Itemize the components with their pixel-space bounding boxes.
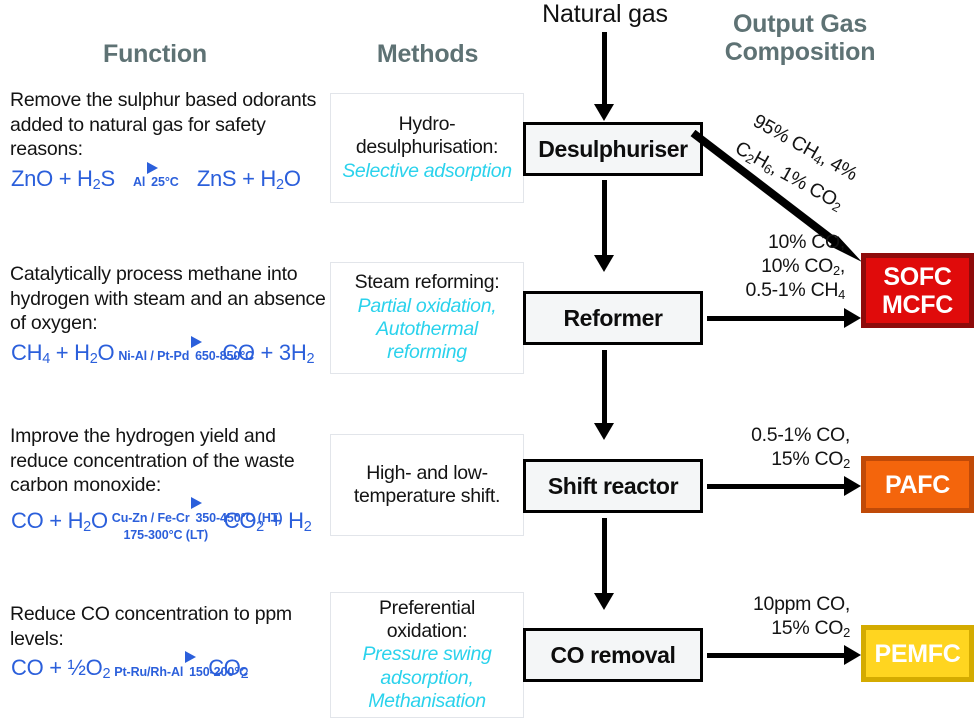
reaction-equation-4: CO + ½O2 Pt-Ru/Rh-Al 150-200°C CO2: [10, 655, 330, 682]
right-arrow-icon-reformer: [707, 308, 861, 328]
fuel-cell-box-pafc[interactable]: PAFC: [861, 456, 974, 513]
reaction-1-temperature: 25°C: [151, 175, 179, 190]
output-label-reformer-line2: 10% CO2,: [761, 254, 845, 278]
down-arrow-icon-1: [594, 180, 614, 272]
methods-box-3[interactable]: High- and low-temperature shift.: [330, 434, 524, 536]
output-label-shift-line1: 0.5-1% CO,: [751, 424, 850, 446]
reaction-1-reactants: ZnO + H2S: [11, 165, 115, 193]
methods-box-1[interactable]: Hydro-desulphurisation: Selective adsorp…: [330, 93, 524, 203]
function-block-4: Reduce CO concentration to ppm levels: C…: [10, 602, 330, 682]
methods-box-3-main: High- and low-temperature shift.: [353, 461, 501, 507]
function-block-2: Catalytically process methane into hydro…: [10, 262, 330, 367]
fuel-cell-sofc-label: SOFC: [883, 262, 952, 291]
column-header-methods: Methods: [376, 40, 479, 68]
fuel-cell-pafc-label: PAFC: [885, 470, 950, 499]
down-arrow-icon-3: [594, 518, 614, 610]
reaction-4-catalyst: Pt-Ru/Rh-Al: [114, 664, 184, 679]
output-label-reformer: 10% CO, 10% CO2, 0.5-1% CH4: [690, 231, 845, 302]
reaction-arrow-icon-1: Al 25°C: [119, 166, 193, 192]
reaction-1-catalyst: Al: [132, 175, 146, 190]
right-arrow-icon-shift-reactor: [707, 476, 861, 496]
process-box-shift-reactor[interactable]: Shift reactor: [523, 459, 703, 513]
down-arrow-icon-inlet: [594, 32, 614, 122]
output-label-reformer-line3: 0.5-1% CH4: [745, 278, 845, 302]
reaction-1-products: ZnS + H2O: [196, 165, 301, 193]
down-arrow-icon-2: [594, 350, 614, 440]
methods-box-2-main: Steam reforming:: [354, 271, 500, 294]
reaction-equation-3: CO + H2O Cu-Zn / Fe-Cr 350-450°C (HT) 17…: [10, 502, 330, 543]
methods-box-4-alt: Pressure swing adsorption, Methanisation: [362, 643, 492, 713]
reaction-arrow-icon-3: Cu-Zn / Fe-Cr 350-450°C (HT) 175-300°C (…: [111, 502, 283, 543]
reaction-2-reactants: CH4 + H2O: [11, 339, 115, 367]
fuel-cell-box-pemfc[interactable]: PEMFC: [861, 625, 974, 682]
methods-box-4[interactable]: Preferential oxidation: Pressure swing a…: [330, 592, 524, 718]
output-label-coremoval-line2: 15% CO2: [771, 616, 850, 640]
fuel-cell-mcfc-label-2: MCFC: [881, 290, 953, 319]
function-description-4: Reduce CO concentration to ppm levels:: [10, 603, 292, 650]
methods-box-2-alt: Partial oxidation, Autothermal reforming: [357, 294, 497, 364]
function-description-1: Remove the sulphur based odorants added …: [10, 89, 317, 161]
fuel-cell-box-sofc-mcfc[interactable]: SOFC PAFC MCFC: [861, 253, 974, 328]
reaction-arrow-icon-2: Ni-Al / Pt-Pd 650-850°C: [118, 340, 254, 366]
column-header-output-gas-composition: Output Gas Composition: [724, 10, 876, 66]
reaction-arrow-icon-4: Pt-Ru/Rh-Al 150-200°C: [114, 656, 248, 682]
output-label-shift-line2: 15% CO2: [771, 447, 850, 471]
reaction-equation-1: ZnO + H2S Al 25°C ZnS + H2O: [10, 166, 330, 193]
right-arrow-icon-co-removal: [707, 645, 861, 665]
function-description-3: Improve the hydrogen yield and reduce co…: [10, 425, 295, 497]
column-header-function: Function: [103, 40, 207, 68]
process-flow-diagram: Function Methods Output Gas Composition …: [0, 0, 979, 720]
reaction-3-temperature-lt: 175-300°C (LT): [123, 527, 209, 542]
methods-box-1-main: Hydro-desulphurisation:: [355, 112, 499, 159]
methods-box-1-alt: Selective adsorption: [342, 159, 512, 182]
reaction-3-reactants: CO + H2O: [11, 508, 108, 536]
function-block-3: Improve the hydrogen yield and reduce co…: [10, 424, 330, 542]
reaction-3-temperature-ht: 350-450°C (HT): [195, 510, 283, 525]
output-label-reformer-line1: 10% CO,: [767, 231, 845, 253]
process-box-co-removal[interactable]: CO removal: [523, 628, 703, 682]
function-block-1: Remove the sulphur based odorants added …: [10, 88, 330, 193]
methods-box-2[interactable]: Steam reforming: Partial oxidation, Auto…: [330, 262, 524, 374]
process-box-desulphuriser[interactable]: Desulphuriser: [523, 122, 703, 176]
reaction-2-catalyst: Ni-Al / Pt-Pd: [118, 349, 190, 364]
output-label-co-removal: 10ppm CO, 15% CO2: [690, 593, 850, 641]
reaction-4-reactants: CO + ½O2: [11, 655, 111, 683]
methods-box-4-main: Preferential oxidation:: [378, 596, 476, 642]
reaction-4-temperature: 150-200°C: [189, 664, 249, 679]
fuel-cell-pemfc-label: PEMFC: [874, 639, 961, 668]
function-description-2: Catalytically process methane into hydro…: [10, 263, 326, 335]
process-box-reformer[interactable]: Reformer: [523, 291, 703, 345]
output-label-coremoval-line1: 10ppm CO,: [752, 593, 850, 615]
reaction-3-catalyst: Cu-Zn / Fe-Cr: [111, 510, 190, 525]
output-label-shift-reactor: 0.5-1% CO, 15% CO2: [690, 424, 850, 472]
reaction-equation-2: CH4 + H2O Ni-Al / Pt-Pd 650-850°C CO + 3…: [10, 340, 330, 367]
reaction-2-temperature: 650-850°C: [195, 349, 255, 364]
flow-source-label: Natural gas: [542, 0, 668, 28]
